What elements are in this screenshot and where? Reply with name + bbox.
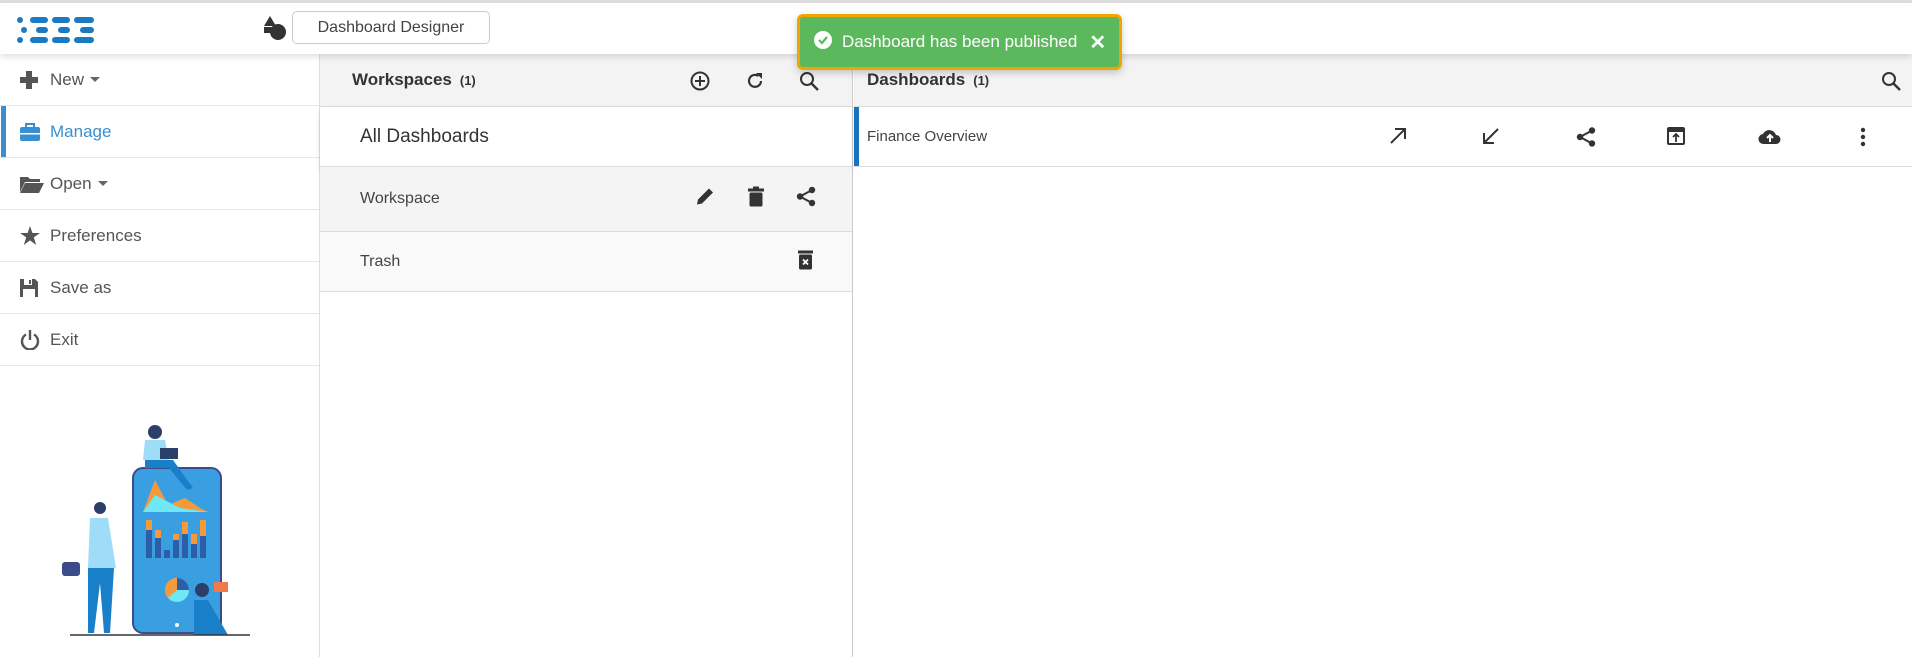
toast-close-button[interactable]: ✕	[1089, 30, 1106, 55]
share-icon[interactable]	[796, 186, 816, 212]
dashboard-illustration	[60, 410, 260, 645]
workspaces-header: Workspaces (1)	[320, 54, 852, 107]
dashboards-count: (1)	[973, 72, 990, 88]
sidebar-item-exit[interactable]: Exit	[0, 314, 319, 366]
sidebar-item-label: Preferences	[50, 225, 142, 245]
check-circle-icon	[814, 30, 832, 54]
bdb-logo[interactable]	[14, 13, 100, 52]
dashboards-title: Dashboards	[867, 70, 966, 89]
trash-label: Trash	[360, 252, 401, 270]
success-toast: Dashboard has been published ✕	[797, 14, 1122, 70]
trash-item[interactable]: Trash	[320, 232, 852, 292]
sidebar-item-open[interactable]: Open	[0, 158, 319, 210]
add-circle-icon[interactable]	[690, 71, 710, 96]
sidebar-item-save-as[interactable]: Save as	[0, 262, 319, 314]
save-icon	[20, 278, 50, 297]
sidebar-item-label: Save as	[50, 277, 112, 297]
workspaces-title: Workspaces	[352, 70, 452, 89]
arrow-down-left-icon[interactable]	[1482, 127, 1500, 149]
all-dashboards-item[interactable]: All Dashboards	[320, 107, 852, 167]
dashboard-name: Finance Overview	[867, 128, 988, 145]
dashboards-panel: Dashboards (1) Finance Overview	[854, 54, 1912, 657]
sidebar-item-label: Exit	[50, 329, 79, 349]
refresh-icon[interactable]	[745, 71, 765, 96]
sidebar-item-preferences[interactable]: Preferences	[0, 210, 319, 262]
plus-icon	[20, 70, 50, 89]
designer-shapes-icon	[262, 15, 288, 46]
publish-icon[interactable]	[1667, 127, 1685, 149]
star-icon	[20, 226, 50, 245]
dashboard-row[interactable]: Finance Overview	[854, 107, 1912, 167]
folder-open-icon	[20, 175, 50, 193]
more-vertical-icon[interactable]	[1860, 127, 1866, 151]
search-icon[interactable]	[799, 71, 819, 96]
trash-empty-icon[interactable]	[798, 249, 813, 274]
sidebar-item-label: Manage	[50, 121, 112, 141]
caret-down-icon	[97, 181, 108, 186]
share-icon[interactable]	[1576, 127, 1596, 151]
workspace-item[interactable]: Workspace	[320, 167, 852, 232]
sidebar-item-new[interactable]: New	[0, 54, 319, 106]
workspaces-panel: Workspaces (1) All Dashboards Workspace …	[320, 54, 853, 657]
arrow-up-right-icon[interactable]	[1389, 127, 1407, 149]
search-icon[interactable]	[1881, 71, 1901, 96]
sidebar-item-manage[interactable]: Manage	[0, 106, 319, 158]
workspace-label: Workspace	[360, 190, 440, 207]
edit-pencil-icon[interactable]	[695, 187, 715, 212]
power-icon	[20, 329, 50, 350]
caret-down-icon	[90, 77, 101, 82]
delete-icon[interactable]	[748, 186, 764, 212]
briefcase-icon	[20, 122, 50, 141]
cloud-upload-icon[interactable]	[1758, 127, 1782, 149]
all-dashboards-label: All Dashboards	[360, 125, 489, 147]
sidebar-item-label: Open	[50, 173, 92, 193]
toast-message: Dashboard has been published	[842, 32, 1078, 51]
sidebar: New Manage Open Preferences Save as Exit	[0, 54, 320, 657]
dashboard-designer-button[interactable]: Dashboard Designer	[292, 11, 490, 44]
workspaces-count: (1)	[459, 72, 476, 88]
sidebar-item-label: New	[50, 69, 85, 89]
